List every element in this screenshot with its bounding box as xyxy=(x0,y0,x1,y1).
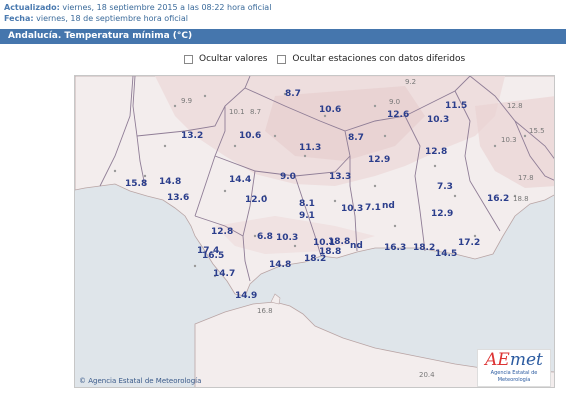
station-value: 12.9 xyxy=(368,155,391,165)
logo-text-b: met xyxy=(509,350,543,370)
station-value: 9.9 xyxy=(181,97,193,105)
station-value: 9.2 xyxy=(405,78,417,86)
station-value: 13.6 xyxy=(167,193,190,203)
hide-stations-label: Ocultar estaciones con datos diferidos xyxy=(292,54,466,64)
station-value: 10.3 xyxy=(341,204,364,214)
station-value: 14.4 xyxy=(229,175,252,185)
station-value: nd xyxy=(382,201,395,211)
station-value: 10.3 xyxy=(276,233,299,243)
station-value: 14.8 xyxy=(269,260,292,270)
hide-values-label: Ocultar valores xyxy=(199,54,268,64)
station-value: 9.1 xyxy=(299,211,315,221)
station-value: 18.8 xyxy=(513,195,529,203)
station-value: 16.8 xyxy=(257,307,273,315)
station-value: 9.0 xyxy=(389,98,401,106)
map-credit: © Agencia Estatal de Meteorología xyxy=(79,377,202,385)
station-value: 7.1 xyxy=(365,203,381,213)
station-value: 12.0 xyxy=(245,195,268,205)
date-value: viernes, 18 de septiembre hora oficial xyxy=(36,14,188,23)
station-value: 14.9 xyxy=(235,291,258,301)
station-value: 18.8 xyxy=(328,237,351,247)
station-value: 15.5 xyxy=(529,127,545,135)
station-value: nd xyxy=(350,241,363,251)
station-value: 16.2 xyxy=(487,194,510,204)
station-value: 13.3 xyxy=(329,172,352,182)
station-value: 8.7 xyxy=(250,108,262,116)
station-value: 6.8 xyxy=(257,232,273,242)
station-value: 16.3 xyxy=(384,243,407,253)
station-value: 14.8 xyxy=(159,177,182,187)
logo-subtitle: Agencia Estatal de Meteorología xyxy=(490,370,538,383)
logo-text-a: AE xyxy=(485,350,510,370)
station-value: 12.8 xyxy=(425,147,448,157)
updated-value: viernes, 18 septiembre 2015 a las 08:22 … xyxy=(62,3,272,12)
station-value: 16.5 xyxy=(202,251,225,261)
station-value: 8.7 xyxy=(348,133,364,143)
station-value: 12.9 xyxy=(431,209,454,219)
station-value: 11.3 xyxy=(299,143,322,153)
station-value: 10.3 xyxy=(427,115,450,125)
date-label: Fecha: xyxy=(4,14,34,23)
station-value: 12.8 xyxy=(507,102,523,110)
station-value: 11.5 xyxy=(445,101,468,111)
map-title: Andalucía. Temperatura mínima (°C) xyxy=(0,29,566,44)
updated-label: Actualizado: xyxy=(4,3,60,12)
hide-stations-checkbox[interactable] xyxy=(277,54,287,64)
station-value: 7.3 xyxy=(437,182,453,192)
station-value: 17.8 xyxy=(518,174,534,182)
station-value: 13.2 xyxy=(181,131,204,141)
station-value: 18.2 xyxy=(304,254,327,264)
hide-stations-option[interactable]: Ocultar estaciones con datos diferidos xyxy=(277,54,465,64)
station-value: 15.8 xyxy=(125,179,148,189)
station-value: 14.7 xyxy=(213,269,236,279)
hide-values-checkbox[interactable] xyxy=(184,54,193,64)
station-value: 10.6 xyxy=(319,105,342,115)
hide-values-option[interactable]: Ocultar valores xyxy=(184,54,267,64)
station-value: 12.8 xyxy=(211,227,234,237)
station-value: 18.2 xyxy=(413,243,436,253)
station-value: 8.7 xyxy=(285,89,301,99)
station-value: 8.1 xyxy=(299,199,315,209)
station-value: 10.6 xyxy=(239,131,262,141)
temperature-map[interactable]: 9.2 9.9 10.1 8.7 8.7 10.6 9.0 11.5 12.8 12.6 10.3 1… xyxy=(74,75,555,388)
map-options: Ocultar valores Ocultar estaciones con d… xyxy=(184,54,475,64)
aemet-logo: AEmet Agencia Estatal de Meteorología xyxy=(477,349,551,387)
station-value: 9.0 xyxy=(280,172,296,182)
station-value: 17.2 xyxy=(458,238,481,248)
station-value: 20.4 xyxy=(419,371,435,379)
station-value: 10.3 xyxy=(501,136,517,144)
station-value: 12.6 xyxy=(387,110,410,120)
station-value: 10.1 xyxy=(229,108,245,116)
update-info: Actualizado: viernes, 18 septiembre 2015… xyxy=(4,2,271,24)
station-value: 14.5 xyxy=(435,249,458,259)
map-background xyxy=(75,76,554,387)
